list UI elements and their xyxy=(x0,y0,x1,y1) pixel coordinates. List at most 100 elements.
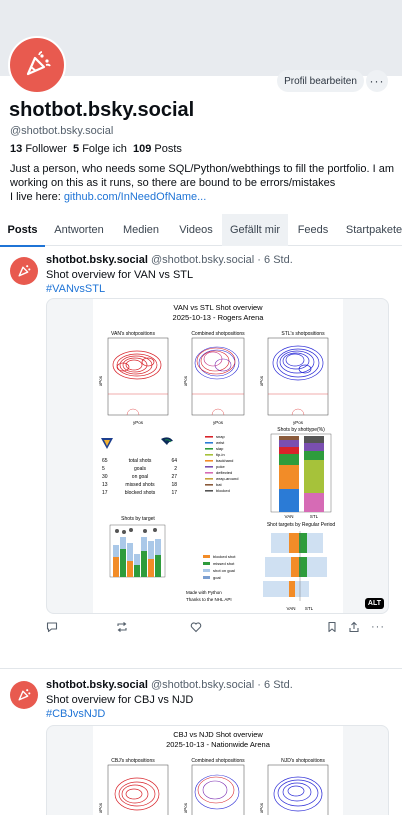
tab-feeds[interactable]: Feeds xyxy=(290,214,336,246)
svg-text:blocked shots: blocked shots xyxy=(125,490,156,496)
credit-line-2: Thanks to the NHL API xyxy=(186,597,232,602)
posts-label: Posts xyxy=(154,143,182,155)
tab-media[interactable]: Medien xyxy=(113,214,169,246)
svg-text:goal: goal xyxy=(213,575,221,580)
alt-badge[interactable]: ALT xyxy=(364,598,384,609)
svg-text:5: 5 xyxy=(102,466,105,472)
post-hashtag[interactable]: #CBJvsNJD xyxy=(46,708,105,720)
period-chart-title: Shot targets by Regular Period xyxy=(267,522,336,528)
shot-overview-figure: CBJ vs NJD Shot overview 2025-10-13 - Na… xyxy=(93,726,343,815)
shot-overview-svg: CBJ vs NJD Shot overview 2025-10-13 - Na… xyxy=(98,730,329,815)
panel-title-left: CBJ's shotpositions xyxy=(111,758,155,764)
axis-y-left: xPos xyxy=(98,375,103,386)
svg-text:slap: slap xyxy=(216,446,224,451)
profile-tabs: Posts Antworten Medien Videos Gefällt mi… xyxy=(0,214,402,247)
profile-stats: 13 Follower 5 Folge ich 109 Posts xyxy=(10,143,182,155)
svg-text:VAN: VAN xyxy=(285,514,294,519)
svg-text:wrap-around: wrap-around xyxy=(216,476,238,481)
svg-text:poke: poke xyxy=(216,464,225,469)
display-name: shotbot.bsky.social xyxy=(9,99,195,121)
share-button[interactable] xyxy=(346,619,362,635)
followers-link[interactable]: 13 Follower xyxy=(10,143,67,155)
svg-text:27: 27 xyxy=(171,474,177,480)
tab-posts[interactable]: Posts xyxy=(0,214,45,247)
shot-overview-svg: VAN vs STL Shot overview 2025-10-13 - Ro… xyxy=(98,303,336,611)
svg-text:VAN: VAN xyxy=(287,606,296,611)
bio-link[interactable]: github.com/InNeedOfName... xyxy=(64,191,206,203)
svg-text:18: 18 xyxy=(171,482,177,488)
post-meta: shotbot.bsky.social @shotbot.bsky.social… xyxy=(46,254,293,266)
post-image-card[interactable]: CBJ vs NJD Shot overview 2025-10-13 - Na… xyxy=(46,725,389,815)
post-time[interactable]: · 6 Std. xyxy=(257,254,292,266)
bookmark-icon xyxy=(328,621,336,633)
rink-panel-right xyxy=(267,337,329,416)
post-text: Shot overview for CBJ vs NJD #CBJvsNJD xyxy=(46,694,194,720)
post-meta: shotbot.bsky.social @shotbot.bsky.social… xyxy=(46,679,293,691)
shottype-chart: VAN STL xyxy=(270,433,332,519)
svg-text:STL: STL xyxy=(305,606,314,611)
tab-videos[interactable]: Videos xyxy=(171,214,221,246)
post-handle: @shotbot.bsky.social xyxy=(150,254,255,266)
rink-panel-left xyxy=(107,764,169,815)
target-chart xyxy=(109,524,166,578)
post-more-button[interactable]: ··· xyxy=(370,619,386,635)
post-avatar[interactable] xyxy=(10,681,38,709)
svg-text:snap: snap xyxy=(216,434,225,439)
post-avatar[interactable] xyxy=(10,257,38,285)
stl-logo-icon xyxy=(101,438,113,449)
svg-text:17: 17 xyxy=(102,490,108,496)
axis-y-center: xPos xyxy=(183,802,188,813)
reply-button[interactable] xyxy=(44,619,60,635)
figure-subtitle: 2025-10-13 - Nationwide Arena xyxy=(166,740,271,749)
svg-text:tip-in: tip-in xyxy=(216,452,225,457)
post-author[interactable]: shotbot.bsky.social xyxy=(46,254,148,266)
svg-text:bat: bat xyxy=(216,482,222,487)
svg-text:blocked: blocked xyxy=(216,488,230,493)
svg-text:missed shots: missed shots xyxy=(125,482,155,488)
tab-likes[interactable]: Gefällt mir xyxy=(222,214,288,246)
profile-handle: @shotbot.bsky.social xyxy=(10,125,114,137)
axis-x-left: yPos xyxy=(133,420,144,425)
party-popper-icon xyxy=(26,51,51,76)
post-handle: @shotbot.bsky.social xyxy=(150,679,255,691)
panel-title-center: Combined shotpositions xyxy=(191,758,245,764)
axis-x-right: yPos xyxy=(293,420,304,425)
panel-title-right: NJD's shotpositions xyxy=(281,758,325,764)
svg-text:STL: STL xyxy=(310,514,319,519)
following-link[interactable]: 5 Folge ich xyxy=(73,143,127,155)
svg-text:2: 2 xyxy=(174,466,177,472)
party-popper-icon xyxy=(18,265,31,277)
svg-text:30: 30 xyxy=(102,474,108,480)
party-popper-icon xyxy=(18,689,31,701)
tab-starter-packs[interactable]: Startpakete xyxy=(338,214,402,246)
share-icon xyxy=(349,621,359,633)
post-image-card[interactable]: VAN vs STL Shot overview 2025-10-13 - Ro… xyxy=(46,298,389,614)
svg-text:17: 17 xyxy=(171,490,177,496)
post-hashtag[interactable]: #VANvsSTL xyxy=(46,283,105,295)
bookmark-button[interactable] xyxy=(324,619,340,635)
edit-profile-button[interactable]: Profil bearbeiten xyxy=(277,70,364,92)
axis-y-right: xPos xyxy=(259,802,264,813)
more-icon: ··· xyxy=(371,621,385,633)
profile-more-button[interactable]: ··· xyxy=(366,70,388,92)
repost-button[interactable] xyxy=(114,619,130,635)
svg-text:wrist: wrist xyxy=(216,440,225,445)
van-logo-icon xyxy=(161,437,173,445)
svg-text:goals: goals xyxy=(134,466,146,472)
figure-subtitle: 2025-10-13 - Rogers Arena xyxy=(173,313,265,322)
axis-x-center: yPos xyxy=(213,420,224,425)
svg-text:13: 13 xyxy=(102,482,108,488)
post-item[interactable]: shotbot.bsky.social @shotbot.bsky.social… xyxy=(0,247,402,669)
post-item[interactable]: shotbot.bsky.social @shotbot.bsky.social… xyxy=(0,670,402,815)
rink-panel-center xyxy=(191,764,245,815)
post-author[interactable]: shotbot.bsky.social xyxy=(46,679,148,691)
profile-avatar[interactable] xyxy=(8,36,66,94)
like-icon xyxy=(190,622,202,633)
tab-replies[interactable]: Antworten xyxy=(47,214,111,246)
figure-title: CBJ vs NJD Shot overview xyxy=(173,730,263,739)
post-time[interactable]: · 6 Std. xyxy=(257,679,292,691)
panel-title-center: Combined shotpositions xyxy=(191,331,245,337)
post-text: Shot overview for VAN vs STL #VANvsSTL xyxy=(46,269,194,295)
like-button[interactable] xyxy=(188,619,204,635)
svg-text:on goal: on goal xyxy=(132,474,148,480)
